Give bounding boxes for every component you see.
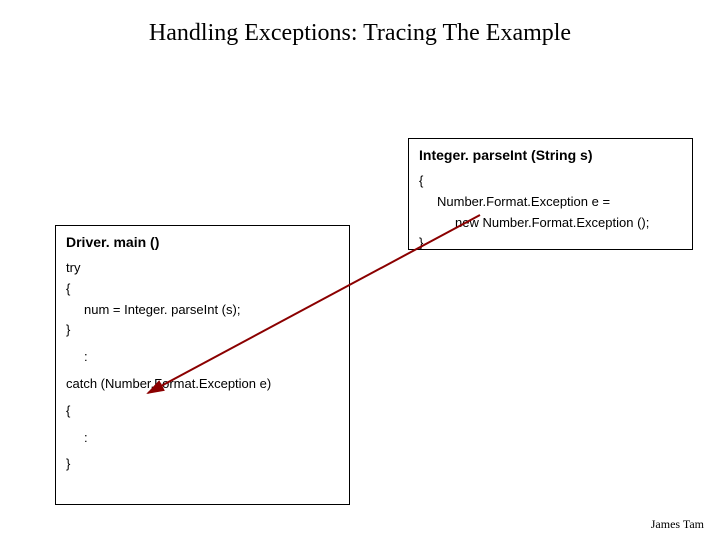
slide-title: Handling Exceptions: Tracing The Example	[0, 0, 720, 47]
code-line: num = Integer. parseInt (s);	[66, 300, 339, 321]
code-line: }	[419, 233, 682, 254]
integer-header: Integer. parseInt (String s)	[419, 147, 682, 163]
author-footer: James Tam	[651, 517, 704, 532]
code-line: {	[419, 171, 682, 192]
code-line: {	[66, 279, 339, 300]
driver-header: Driver. main ()	[66, 234, 339, 250]
code-line: }	[66, 454, 339, 475]
code-line-colon: :	[66, 428, 339, 449]
driver-box: Driver. main () try { num = Integer. par…	[55, 225, 350, 505]
integer-box: Integer. parseInt (String s) { Number.Fo…	[408, 138, 693, 250]
code-line: catch (Number.Format.Exception e)	[66, 374, 339, 395]
code-line: Number.Format.Exception e =	[419, 192, 682, 213]
code-line: }	[66, 320, 339, 341]
code-line: {	[66, 401, 339, 422]
code-line: new Number.Format.Exception ();	[419, 213, 682, 234]
code-line: try	[66, 258, 339, 279]
code-line-colon: :	[66, 347, 339, 368]
